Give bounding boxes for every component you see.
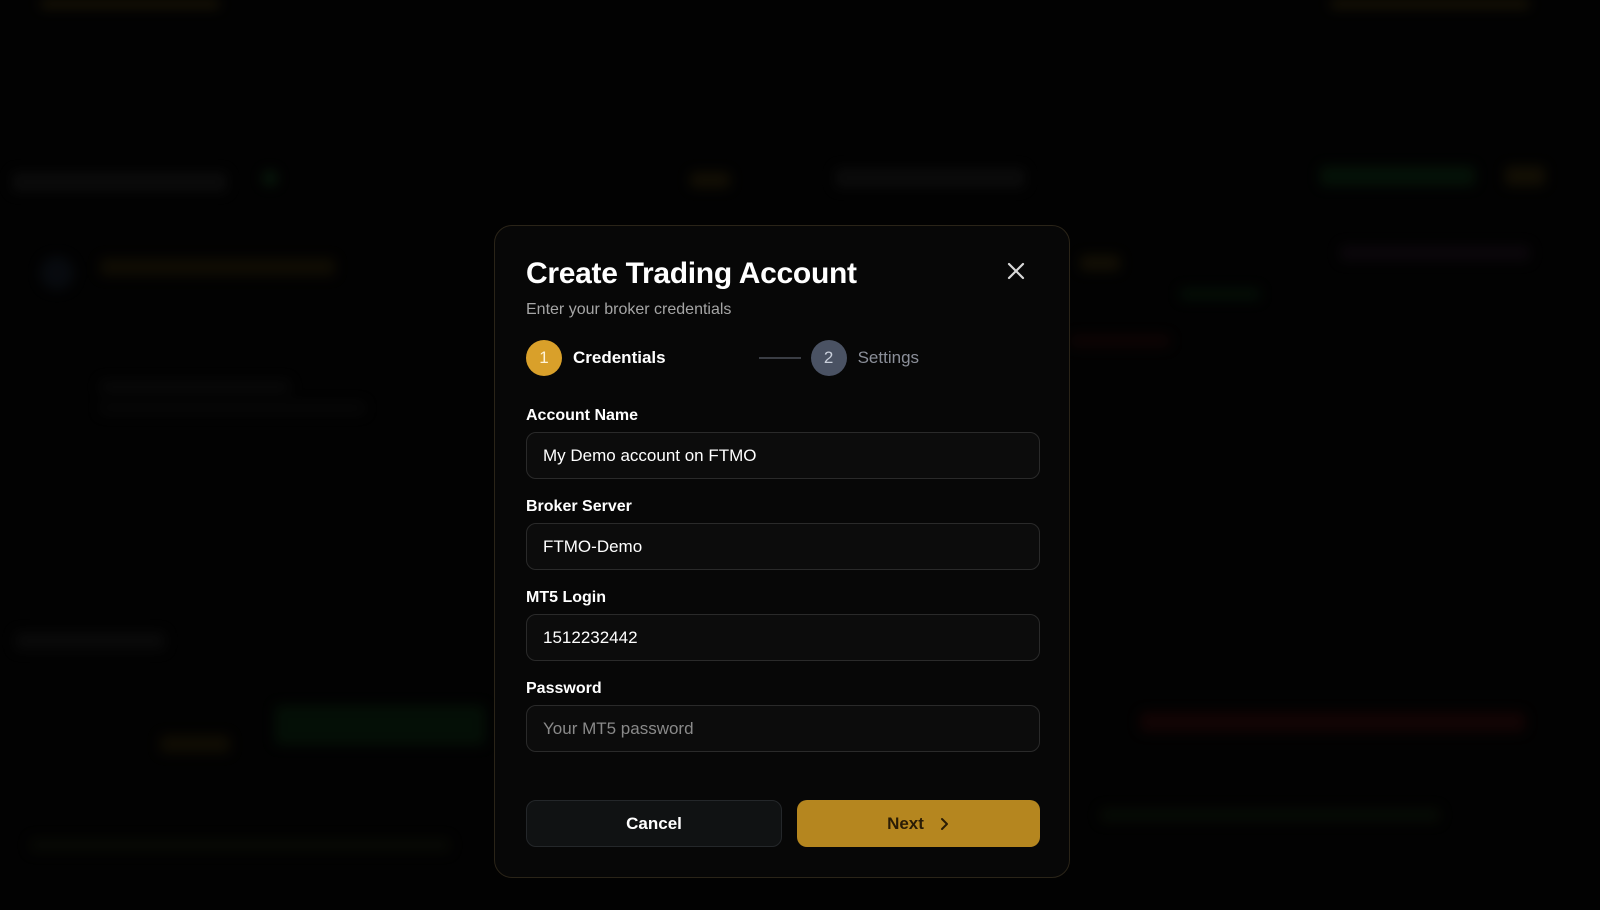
stepper: 1 Credentials 2 Settings	[526, 340, 1038, 376]
account-name-input[interactable]	[526, 432, 1040, 479]
next-button-label: Next	[887, 813, 924, 833]
modal-subtitle: Enter your broker credentials	[526, 301, 732, 318]
cancel-button[interactable]: Cancel	[526, 800, 782, 847]
password-field-group: Password	[526, 679, 1040, 752]
step-number-1: 1	[526, 340, 562, 376]
broker-server-label: Broker Server	[526, 498, 632, 515]
close-icon	[1007, 262, 1025, 280]
account-name-label: Account Name	[526, 407, 639, 424]
step-number-2: 2	[810, 340, 847, 376]
mt5-login-input[interactable]	[526, 614, 1040, 661]
step-credentials: 1 Credentials	[526, 340, 666, 376]
broker-server-input[interactable]	[526, 523, 1040, 570]
create-account-modal: Create Trading Account Enter your broker…	[494, 225, 1070, 878]
step-label-credentials: Credentials	[573, 348, 666, 367]
password-label: Password	[526, 680, 602, 697]
password-input[interactable]	[526, 705, 1040, 752]
credentials-form: Account Name Broker Server MT5 Login Pas…	[526, 406, 1040, 752]
step-settings: 2 Settings	[810, 340, 920, 376]
modal-actions: Cancel Next	[526, 800, 1040, 847]
mt5-login-field-group: MT5 Login	[526, 588, 1040, 661]
broker-server-field-group: Broker Server	[526, 497, 1040, 570]
chevron-right-icon	[940, 817, 948, 830]
cancel-button-label: Cancel	[626, 813, 682, 833]
next-button[interactable]: Next	[797, 800, 1040, 847]
close-button[interactable]	[1003, 258, 1029, 284]
step-connector	[758, 357, 801, 359]
modal-title: Create Trading Account	[526, 257, 857, 290]
account-name-field-group: Account Name	[526, 406, 1040, 479]
mt5-login-label: MT5 Login	[526, 589, 606, 606]
step-label-settings: Settings	[857, 348, 920, 367]
